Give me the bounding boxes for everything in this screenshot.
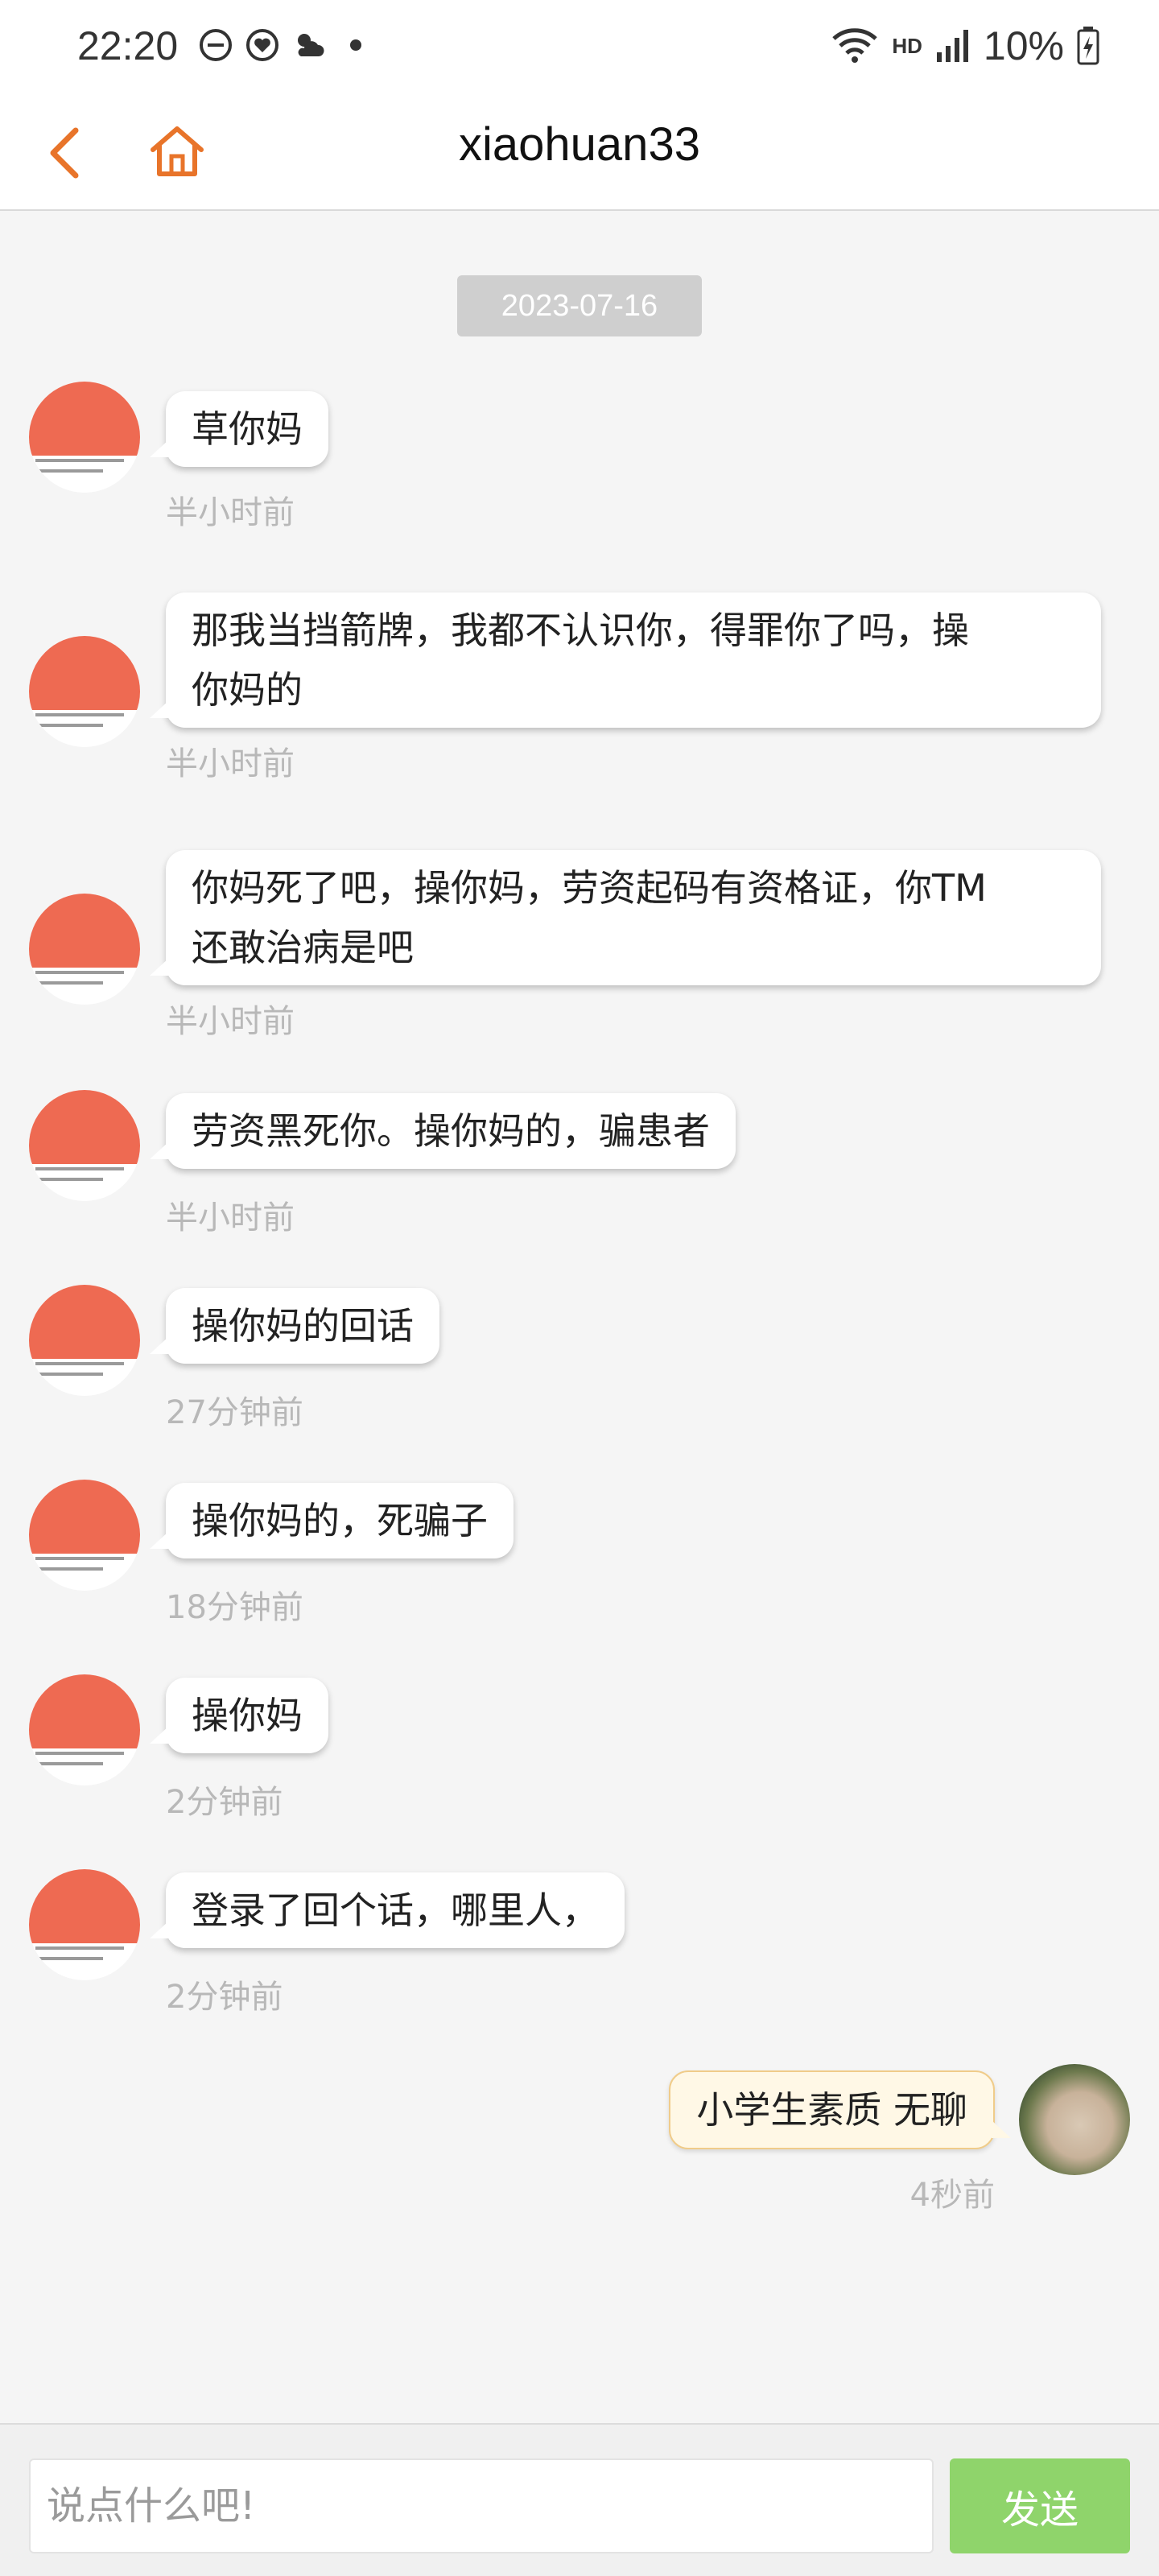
chat-area[interactable]: 2023-07-16 草你妈 半小时前 那我当挡箭牌，我都不认识你，得罪你了吗，… — [0, 213, 1159, 2421]
message-bubble[interactable]: 登录了回个话，哪里人， — [150, 1872, 625, 1948]
message-time: 18分钟前 — [166, 1589, 303, 1626]
dot-icon — [350, 39, 361, 51]
composer-bar: 发送 — [0, 2423, 1159, 2576]
status-icons-left — [198, 27, 373, 63]
nav-bar: xiaohuan33 — [0, 97, 1159, 211]
sender-avatar[interactable] — [29, 382, 140, 493]
message-bubble[interactable]: 小学生素质 无聊 — [669, 2070, 1011, 2149]
message-bubble[interactable]: 劳资黑死你。操你妈的，骗患者 — [150, 1093, 736, 1169]
message-time: 半小时前 — [166, 494, 295, 531]
message-bubble[interactable]: 操你妈 — [150, 1678, 328, 1753]
sender-avatar[interactable] — [29, 1674, 140, 1785]
message-line: 还敢治病是吧 — [192, 926, 414, 969]
status-icons-right: HD 10% — [831, 23, 1099, 69]
sender-avatar[interactable] — [29, 894, 140, 1005]
message-time: 2分钟前 — [166, 1784, 283, 1821]
battery-icon — [1077, 27, 1099, 65]
do-not-disturb-icon — [200, 29, 232, 61]
my-avatar[interactable] — [1019, 2064, 1130, 2175]
message-input[interactable] — [29, 2458, 934, 2553]
wifi-icon — [832, 28, 878, 63]
message-line: 你妈死了吧，操你妈，劳资起码有资格证，你TM — [192, 866, 987, 910]
network-type-label: HD — [892, 33, 922, 58]
message-time: 半小时前 — [166, 745, 295, 782]
date-divider: 2023-07-16 — [457, 275, 702, 336]
signal-icon — [936, 30, 968, 62]
message-bubble[interactable]: 操你妈的回话 — [150, 1288, 439, 1364]
page-title: xiaohuan33 — [459, 118, 700, 171]
message-time: 27分钟前 — [166, 1394, 303, 1431]
message-time: 4秒前 — [909, 2177, 995, 2214]
message-line: 那我当挡箭牌，我都不认识你，得罪你了吗，操 — [192, 609, 969, 652]
status-time: 22:20 — [77, 23, 179, 68]
message-bubble[interactable]: 那我当挡箭牌，我都不认识你，得罪你了吗，操 你妈的 — [150, 592, 1101, 728]
send-button[interactable]: 发送 — [950, 2458, 1130, 2553]
status-bar: 22:20 HD 10% — [0, 0, 1159, 97]
message-time: 2分钟前 — [166, 1979, 283, 2016]
message-time: 半小时前 — [166, 1199, 295, 1236]
message-bubble[interactable]: 操你妈的，死骗子 — [150, 1483, 514, 1558]
message-bubble[interactable]: 草你妈 — [150, 391, 328, 467]
sender-avatar[interactable] — [29, 1869, 140, 1980]
sender-avatar[interactable] — [29, 1480, 140, 1591]
message-line: 你妈的 — [192, 668, 303, 712]
message-bubble[interactable]: 你妈死了吧，操你妈，劳资起码有资格证，你TM 还敢治病是吧 — [150, 850, 1101, 985]
heart-app-icon — [246, 29, 278, 61]
battery-percent: 10% — [983, 23, 1064, 68]
sender-avatar[interactable] — [29, 1285, 140, 1396]
message-time: 半小时前 — [166, 1003, 295, 1040]
sender-avatar[interactable] — [29, 636, 140, 747]
sender-avatar[interactable] — [29, 1090, 140, 1201]
weather-icon — [298, 34, 324, 56]
